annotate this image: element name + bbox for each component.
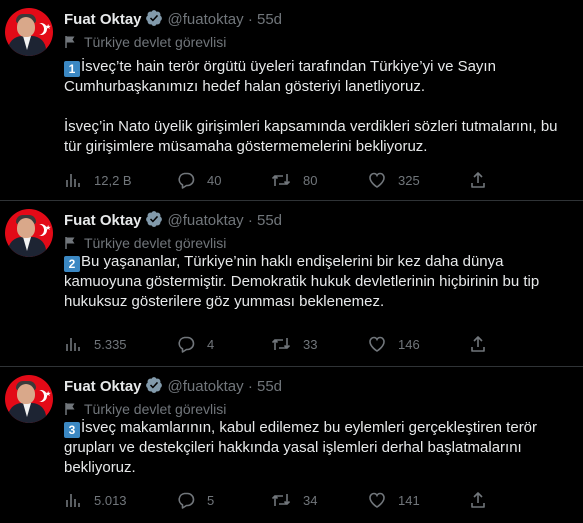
views-count: 5.013 bbox=[94, 492, 127, 508]
analytics-icon bbox=[66, 338, 80, 351]
label-text: Türkiye devlet görevlisi bbox=[84, 34, 227, 50]
reply-icon bbox=[178, 336, 195, 353]
timestamp[interactable]: 55d bbox=[257, 212, 282, 229]
views-button[interactable]: 5.335 bbox=[64, 334, 127, 354]
keycap-number-icon: 1 bbox=[64, 61, 80, 77]
heart-icon bbox=[369, 172, 385, 188]
avatar[interactable]: ★ bbox=[5, 375, 53, 423]
verified-badge-icon bbox=[145, 377, 162, 393]
retweet-icon bbox=[271, 174, 291, 186]
retweet-button[interactable]: 80 bbox=[271, 170, 317, 190]
separator: · bbox=[247, 11, 253, 28]
analytics-icon bbox=[66, 494, 80, 507]
keycap-number-icon: 2 bbox=[64, 256, 80, 272]
retweet-count: 33 bbox=[303, 336, 318, 352]
like-button[interactable]: 141 bbox=[368, 490, 420, 510]
share-button[interactable] bbox=[469, 170, 499, 190]
views-count: 5.335 bbox=[94, 336, 127, 352]
reply-count: 4 bbox=[207, 336, 215, 352]
share-button[interactable] bbox=[469, 490, 499, 510]
reply-button[interactable]: 4 bbox=[177, 334, 214, 354]
flag-icon bbox=[65, 237, 75, 249]
government-label: Türkiye devlet görevlisi bbox=[64, 34, 226, 50]
like-count: 141 bbox=[398, 492, 420, 508]
tweet-text: 1 İsveç’te hain terör örgütü üyeleri tara… bbox=[64, 57, 570, 157]
action-bar: 12,2 B 40 80 325 bbox=[64, 170, 500, 190]
label-text: Türkiye devlet görevlisi bbox=[84, 401, 227, 417]
government-label: Türkiye devlet görevlisi bbox=[64, 235, 226, 251]
author-name[interactable]: Fuat Oktay bbox=[64, 11, 142, 28]
tweet-paragraph: İsveç makamlarının, kabul edilemez bu ey… bbox=[64, 419, 538, 476]
share-button[interactable] bbox=[469, 334, 499, 354]
reply-count: 40 bbox=[207, 172, 222, 188]
heart-icon bbox=[369, 336, 385, 352]
like-button[interactable]: 146 bbox=[368, 334, 420, 354]
retweet-icon bbox=[271, 338, 291, 350]
action-bar: 5.013 5 34 141 bbox=[64, 490, 500, 510]
retweet-icon bbox=[271, 494, 291, 506]
tweet-text: 3 İsveç makamlarının, kabul edilemez bu e… bbox=[64, 418, 570, 478]
views-button[interactable]: 5.013 bbox=[64, 490, 127, 510]
tweet[interactable]: ★ Fuat Oktay @fuatoktay · 55d Türkiye dev… bbox=[0, 367, 583, 523]
views-button[interactable]: 12,2 B bbox=[64, 170, 132, 190]
action-bar: 5.335 4 33 146 bbox=[64, 334, 500, 354]
author-handle[interactable]: @fuatoktay bbox=[168, 11, 244, 28]
retweet-count: 34 bbox=[303, 492, 318, 508]
tweet-paragraph: İsveç’te hain terör örgütü üyeleri taraf… bbox=[64, 58, 496, 95]
keycap-number-icon: 3 bbox=[64, 422, 80, 438]
heart-icon bbox=[369, 492, 385, 508]
tweet-text: 2 Bu yaşananlar, Türkiye’nin haklı endişe… bbox=[64, 252, 570, 312]
label-text: Türkiye devlet görevlisi bbox=[84, 235, 227, 251]
tweet-paragraph: İsveç’in Nato üyelik girişimleri kapsamı… bbox=[64, 118, 558, 155]
reply-icon bbox=[178, 492, 195, 509]
like-count: 325 bbox=[398, 172, 420, 188]
avatar[interactable]: ★ bbox=[5, 209, 53, 257]
tweet[interactable]: ★ Fuat Oktay @fuatoktay · 55d Türkiye dev… bbox=[0, 201, 583, 367]
reply-icon bbox=[178, 172, 195, 189]
like-button[interactable]: 325 bbox=[368, 170, 420, 190]
tweet-paragraph: Bu yaşananlar, Türkiye’nin haklı endişel… bbox=[64, 253, 540, 310]
share-icon bbox=[471, 336, 485, 352]
flag-icon bbox=[65, 403, 75, 415]
reply-count: 5 bbox=[207, 492, 215, 508]
verified-badge-icon bbox=[145, 211, 162, 227]
tweet[interactable]: ★ Fuat Oktay @fuatoktay · 55d Türkiye dev… bbox=[0, 0, 583, 201]
views-count: 12,2 B bbox=[94, 172, 132, 188]
timestamp[interactable]: 55d bbox=[257, 11, 282, 28]
retweet-button[interactable]: 33 bbox=[271, 334, 317, 354]
author-handle[interactable]: @fuatoktay bbox=[168, 378, 244, 395]
share-icon bbox=[471, 172, 485, 188]
author-handle[interactable]: @fuatoktay bbox=[168, 212, 244, 229]
author-name[interactable]: Fuat Oktay bbox=[64, 378, 142, 395]
verified-badge-icon bbox=[145, 10, 162, 26]
separator: · bbox=[247, 378, 253, 395]
analytics-icon bbox=[66, 174, 80, 187]
retweet-count: 80 bbox=[303, 172, 318, 188]
flag-icon bbox=[65, 36, 75, 48]
avatar[interactable]: ★ bbox=[5, 8, 53, 56]
timestamp[interactable]: 55d bbox=[257, 378, 282, 395]
separator: · bbox=[247, 212, 253, 229]
retweet-button[interactable]: 34 bbox=[271, 490, 317, 510]
like-count: 146 bbox=[398, 336, 420, 352]
reply-button[interactable]: 5 bbox=[177, 490, 214, 510]
reply-button[interactable]: 40 bbox=[177, 170, 221, 190]
author-name[interactable]: Fuat Oktay bbox=[64, 212, 142, 229]
share-icon bbox=[471, 492, 485, 508]
government-label: Türkiye devlet görevlisi bbox=[64, 401, 226, 417]
